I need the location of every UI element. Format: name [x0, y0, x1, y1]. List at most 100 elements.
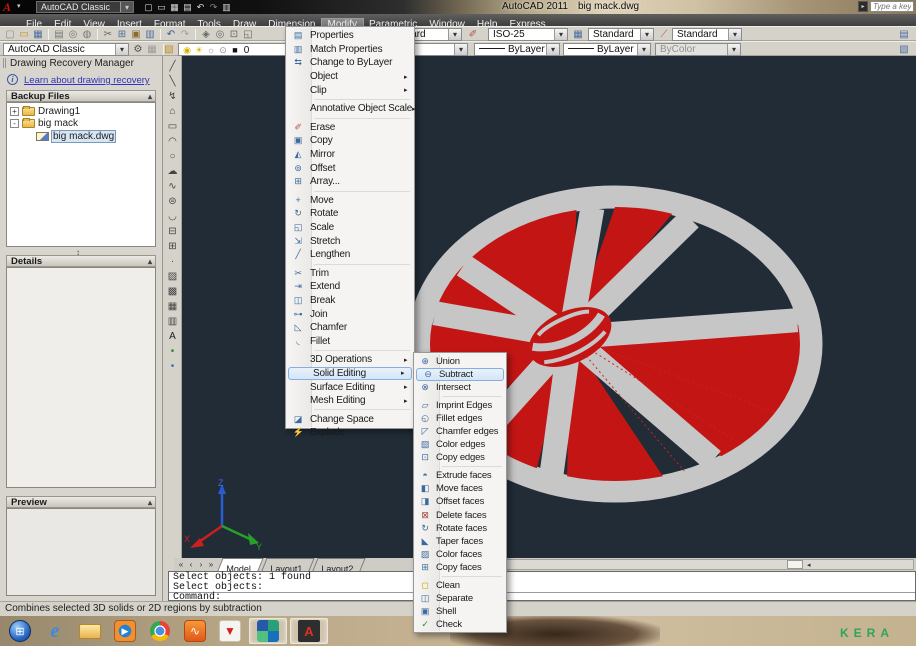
point-icon[interactable]: · — [165, 254, 181, 269]
redo-icon[interactable]: ↷ — [178, 28, 192, 41]
workspaces-dropdown[interactable]: AutoCAD Classic — [3, 43, 129, 56]
menu-item-offset[interactable]: ⊚ Offset — [286, 161, 414, 175]
properties-palette-icon[interactable]: ▤ — [897, 28, 911, 41]
plot-icon[interactable]: ▤ — [52, 28, 66, 41]
menu-item-surface-editing[interactable]: Surface Editing — [286, 380, 414, 394]
tree-expander[interactable]: - — [10, 119, 19, 129]
workspace-save-icon[interactable]: ▦ — [145, 43, 159, 56]
tree-item-big-mack-dwg[interactable]: big mack.dwg — [7, 129, 155, 143]
submenu-item-check[interactable]: ✓ Check — [414, 618, 506, 631]
internet-explorer-icon[interactable]: e — [39, 618, 71, 644]
menu-item-lengthen[interactable]: ╱ Lengthen — [286, 248, 414, 262]
tab-next-icon[interactable]: › — [196, 558, 206, 570]
paste-icon[interactable]: ▣ — [129, 28, 143, 41]
tab-last-icon[interactable]: » — [206, 558, 216, 570]
dim-style-icon[interactable]: ✐ — [466, 28, 480, 41]
submenu-item-color-edges[interactable]: ▧ Color edges — [414, 438, 506, 451]
submenu-item-intersect[interactable]: ⊗ Intersect — [414, 381, 506, 394]
menu-item-fillet[interactable]: ◟ Fillet — [286, 334, 414, 348]
menu-item-chamfer[interactable]: ◺ Chamfer — [286, 321, 414, 335]
dim-style-dropdown[interactable]: ISO-25 — [488, 28, 568, 41]
menu-item-mirror[interactable]: ◭ Mirror — [286, 148, 414, 162]
tool-palettes-icon[interactable]: ▧ — [897, 43, 911, 56]
backup-files-header[interactable]: Backup Files ▴ — [6, 90, 156, 102]
new-icon[interactable]: ▢ — [3, 28, 17, 41]
qat-new-icon[interactable]: ▢ — [142, 1, 155, 13]
menu-item-object[interactable]: Object — [286, 70, 414, 84]
menu-item-match-properties[interactable]: ▥ Match Properties — [286, 43, 414, 57]
workspace-settings-gear-icon[interactable]: ⚙ — [131, 43, 145, 56]
layer-lock-icon[interactable]: ⊙ — [217, 44, 229, 55]
plot-preview-icon[interactable]: ◎ — [66, 28, 80, 41]
tab-layout1[interactable]: Layout1 — [260, 558, 315, 574]
start-button[interactable]: ⊞ — [4, 618, 36, 644]
submenu-item-copy-faces[interactable]: ⊞ Copy faces — [414, 561, 506, 574]
menu-item-change-space[interactable]: ◪ Change Space — [286, 412, 414, 426]
help-search-input[interactable] — [870, 1, 914, 12]
make-block-icon[interactable]: ⊞ — [165, 239, 181, 254]
menu-item-clip[interactable]: Clip — [286, 83, 414, 97]
arc-icon[interactable]: ◠ — [165, 134, 181, 149]
qat-open-icon[interactable]: ▭ — [155, 1, 168, 13]
submenu-item-rotate-faces[interactable]: ↻ Rotate faces — [414, 522, 506, 535]
line-icon[interactable]: ╱ — [165, 59, 181, 74]
layer-sun-icon[interactable]: ☀ — [193, 44, 205, 55]
collapse-arrow-icon[interactable]: ▴ — [148, 256, 152, 267]
menu-item-extend[interactable]: ⇥ Extend — [286, 280, 414, 294]
submenu-item-separate[interactable]: ◫ Separate — [414, 592, 506, 605]
menu-item-erase[interactable]: ✐ Erase — [286, 121, 414, 135]
insert-block-icon[interactable]: ⊟ — [165, 224, 181, 239]
menu-item-stretch[interactable]: ⇲ Stretch — [286, 234, 414, 248]
zoom-previous-icon[interactable]: ◱ — [241, 28, 255, 41]
media-player-icon[interactable]: ▶ — [109, 618, 141, 644]
spline-icon[interactable]: ∿ — [165, 179, 181, 194]
menu-item-join[interactable]: ⊶ Join — [286, 307, 414, 321]
scrollbar-thumb[interactable] — [787, 560, 803, 569]
submenu-item-fillet-edges[interactable]: ◵ Fillet edges — [414, 412, 506, 425]
submenu-item-shell[interactable]: ▣ Shell — [414, 605, 506, 618]
submenu-item-offset-faces[interactable]: ◨ Offset faces — [414, 495, 506, 508]
menu-item-trim[interactable]: ✂ Trim — [286, 267, 414, 281]
chrome-icon[interactable] — [144, 618, 176, 644]
tree-expander[interactable]: + — [10, 106, 19, 116]
preview-header[interactable]: Preview ▴ — [6, 496, 156, 508]
tab-layout2[interactable]: Layout2 — [311, 558, 366, 574]
workspace-dropdown[interactable]: AutoCAD Classic — [36, 1, 134, 13]
menu-item-break[interactable]: ◫ Break — [286, 294, 414, 308]
linetype-dropdown[interactable]: ByLayer — [474, 43, 560, 56]
qat-save-icon[interactable]: ▦ — [168, 1, 181, 13]
collapse-arrow-icon[interactable]: ▴ — [148, 497, 152, 508]
layer-color-swatch[interactable]: ■ — [229, 44, 241, 55]
table-style-dropdown[interactable]: Standard — [588, 28, 654, 41]
layer-bulb-icon[interactable]: ◉ — [181, 44, 193, 55]
submenu-item-extrude-faces[interactable]: ◓ Extrude faces — [414, 469, 506, 482]
menu-item-move[interactable]: + Move — [286, 194, 414, 208]
menu-item-properties[interactable]: ▤ Properties — [286, 29, 414, 43]
submenu-item-taper-faces[interactable]: ◣ Taper faces — [414, 535, 506, 548]
logo-dropdown-arrow-icon[interactable]: ▾ — [17, 2, 21, 10]
submenu-item-union[interactable]: ⊕ Union — [414, 355, 506, 368]
submenu-item-imprint-edges[interactable]: ▱ Imprint Edges — [414, 399, 506, 412]
qat-undo-icon[interactable]: ↶ — [194, 1, 207, 13]
scrollbar-arrow-icon[interactable]: ◂ — [807, 561, 811, 569]
submenu-item-move-faces[interactable]: ◧ Move faces — [414, 482, 506, 495]
menu-item-solid-editing[interactable]: Solid Editing — [288, 366, 412, 381]
pan-icon[interactable]: ◈ — [199, 28, 213, 41]
match-properties-icon[interactable]: ▥ — [143, 28, 157, 41]
submenu-item-clean[interactable]: ◻ Clean — [414, 579, 506, 592]
zoom-realtime-icon[interactable]: ◎ — [213, 28, 227, 41]
menu-item-rotate[interactable]: ↻ Rotate — [286, 207, 414, 221]
media-app-icon[interactable]: ∿ — [179, 618, 211, 644]
polygon-icon[interactable]: ⌂ — [165, 104, 181, 119]
region-icon[interactable]: ▦ — [165, 299, 181, 314]
rectangle-icon[interactable]: ▭ — [165, 119, 181, 134]
layer-properties-icon[interactable]: ▧ — [162, 43, 176, 56]
search-collapse-arrow-icon[interactable]: ▸ — [858, 1, 868, 12]
ellipse-arc-icon[interactable]: ◡ — [165, 209, 181, 224]
tab-prev-icon[interactable]: ‹ — [186, 558, 196, 570]
multiline-text-icon[interactable]: A — [165, 329, 181, 344]
menu-item-annotative-object-scale[interactable]: Annotative Object Scale — [286, 102, 414, 116]
point-style-dot-icon[interactable]: • — [165, 344, 181, 359]
menu-item-scale[interactable]: ◱ Scale — [286, 221, 414, 235]
details-header[interactable]: Details ▴ — [6, 255, 156, 267]
